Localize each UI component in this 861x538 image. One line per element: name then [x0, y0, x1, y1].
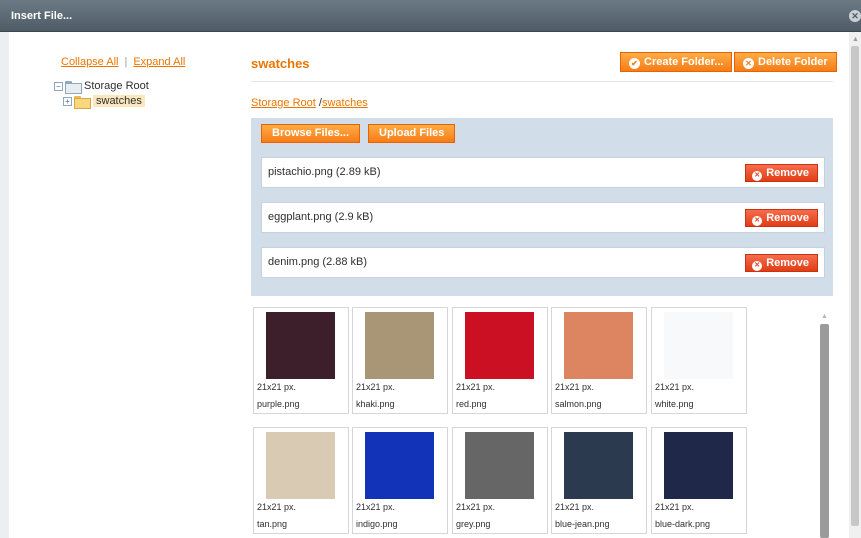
tree-actions-separator: |	[124, 56, 128, 68]
upload-file-row: pistachio.png (2.89 kB) ✕ Remove	[261, 157, 825, 188]
file-thumbnail[interactable]: 21x21 px. tan.png	[253, 427, 349, 534]
upload-files-button[interactable]: Upload Files	[368, 124, 456, 143]
thumbnail-dimensions: 21x21 px.	[456, 502, 496, 512]
dialog-scrollbar[interactable]: ▲	[849, 32, 861, 538]
file-thumbnail[interactable]: 21x21 px. salmon.png	[551, 307, 647, 414]
delete-folder-button[interactable]: ✕ Delete Folder	[734, 52, 837, 72]
swatch-image	[465, 312, 534, 379]
file-thumbnail[interactable]: 21x21 px. blue-jean.png	[551, 427, 647, 534]
folder-icon	[74, 95, 91, 109]
swatch-image	[365, 312, 434, 379]
thumbnail-dimensions: 21x21 px.	[655, 382, 695, 392]
swatch-image	[465, 432, 534, 499]
dialog-title: Insert File...	[11, 10, 73, 22]
swatch-image	[266, 312, 335, 379]
thumbnail-filename: red.png	[456, 399, 487, 409]
tree-node-storage-root[interactable]: − Storage Root	[54, 80, 149, 94]
file-thumbnail[interactable]: 21x21 px. white.png	[651, 307, 747, 414]
file-thumbnail[interactable]: 21x21 px. khaki.png	[352, 307, 448, 414]
thumbnail-filename: blue-jean.png	[555, 519, 610, 529]
tree-node-label: Storage Root	[84, 80, 149, 92]
upload-file-row: denim.png (2.88 kB) ✕ Remove	[261, 247, 825, 278]
file-thumbnail[interactable]: 21x21 px. grey.png	[452, 427, 548, 534]
file-thumbnail[interactable]: 21x21 px. blue-dark.png	[651, 427, 747, 534]
file-thumbnail-grid: 21x21 px. purple.png 21x21 px. khaki.png…	[251, 298, 836, 538]
thumbnail-filename: blue-dark.png	[655, 519, 711, 529]
remove-file-button[interactable]: ✕ Remove	[745, 254, 818, 272]
upload-file-row: eggplant.png (2.9 kB) ✕ Remove	[261, 202, 825, 233]
thumbnail-filename: purple.png	[257, 399, 300, 409]
remove-icon: ✕	[752, 261, 763, 271]
swatch-image	[664, 432, 733, 499]
delete-icon: ✕	[743, 58, 754, 69]
upload-file-name: eggplant.png (2.9 kB)	[268, 211, 374, 223]
thumbnail-dimensions: 21x21 px.	[655, 502, 695, 512]
remove-label: Remove	[766, 167, 809, 179]
scrollbar-thumb[interactable]	[851, 46, 859, 526]
thumbnail-filename: indigo.png	[356, 519, 398, 529]
gallery-scrollbar[interactable]: ▲	[818, 311, 831, 538]
upload-file-name: pistachio.png (2.89 kB)	[268, 166, 381, 178]
collapse-icon[interactable]: −	[54, 81, 63, 91]
current-folder-title: swatches	[251, 56, 310, 71]
swatch-image	[365, 432, 434, 499]
file-thumbnail[interactable]: 21x21 px. red.png	[452, 307, 548, 414]
breadcrumb-swatches[interactable]: swatches	[322, 97, 368, 109]
remove-icon: ✕	[752, 171, 763, 181]
browse-files-button[interactable]: Browse Files...	[261, 124, 361, 143]
create-folder-button[interactable]: ✔ Create Folder...	[620, 52, 733, 72]
expand-icon[interactable]: +	[63, 96, 72, 106]
scroll-up-icon[interactable]: ▲	[821, 313, 828, 320]
remove-file-button[interactable]: ✕ Remove	[745, 164, 818, 182]
thumbnail-dimensions: 21x21 px.	[555, 502, 595, 512]
thumbnail-dimensions: 21x21 px.	[257, 382, 297, 392]
file-thumbnail[interactable]: 21x21 px. purple.png	[253, 307, 349, 414]
thumbnail-filename: salmon.png	[555, 399, 602, 409]
check-icon: ✔	[629, 58, 640, 69]
tree-node-label: swatches	[93, 95, 145, 107]
thumbnail-dimensions: 21x21 px.	[257, 502, 297, 512]
breadcrumb-storage-root[interactable]: Storage Root	[251, 97, 316, 109]
remove-file-button[interactable]: ✕ Remove	[745, 209, 818, 227]
header-divider	[251, 81, 833, 82]
thumbnail-dimensions: 21x21 px.	[456, 382, 496, 392]
thumbnail-filename: white.png	[655, 399, 694, 409]
swatch-image	[564, 432, 633, 499]
tree-node-swatches[interactable]: + swatches	[63, 95, 145, 109]
dialog-titlebar: Insert File... ✕	[0, 0, 861, 32]
upload-panel: Browse Files... Upload Files pistachio.p…	[251, 118, 833, 296]
swatch-image	[266, 432, 335, 499]
breadcrumb: Storage Root /swatches	[251, 97, 368, 109]
create-folder-label: Create Folder...	[644, 56, 724, 68]
scroll-up-icon[interactable]: ▲	[852, 36, 859, 43]
collapse-all-link[interactable]: Collapse All	[61, 56, 118, 68]
file-thumbnail[interactable]: 21x21 px. indigo.png	[352, 427, 448, 534]
swatch-image	[664, 312, 733, 379]
remove-label: Remove	[766, 257, 809, 269]
remove-label: Remove	[766, 212, 809, 224]
thumbnail-filename: grey.png	[456, 519, 491, 529]
tree-actions: Collapse All | Expand All	[61, 56, 185, 68]
upload-file-name: denim.png (2.88 kB)	[268, 256, 368, 268]
scrollbar-thumb[interactable]	[820, 324, 829, 538]
expand-all-link[interactable]: Expand All	[133, 56, 185, 68]
thumbnail-dimensions: 21x21 px.	[555, 382, 595, 392]
thumbnail-filename: tan.png	[257, 519, 288, 529]
thumbnail-dimensions: 21x21 px.	[356, 502, 396, 512]
thumbnail-dimensions: 21x21 px.	[356, 382, 396, 392]
close-icon[interactable]: ✕	[849, 10, 861, 22]
storage-root-icon	[65, 80, 82, 94]
thumbnail-filename: khaki.png	[356, 399, 395, 409]
swatch-image	[564, 312, 633, 379]
remove-icon: ✕	[752, 216, 763, 226]
delete-folder-label: Delete Folder	[758, 56, 828, 68]
